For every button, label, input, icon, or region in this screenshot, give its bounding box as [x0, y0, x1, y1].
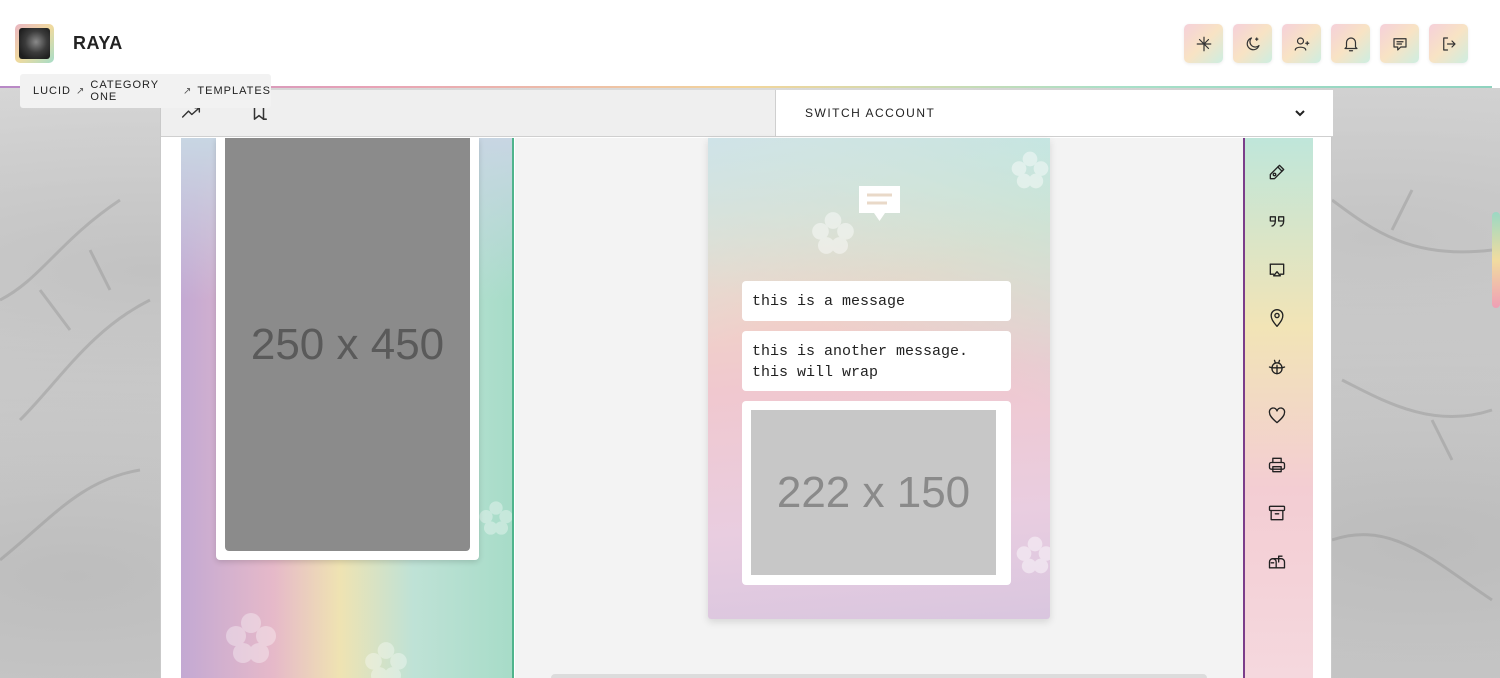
tool-archive[interactable]	[1267, 503, 1287, 523]
tool-pen[interactable]	[1267, 162, 1287, 182]
flower-decoration	[812, 212, 854, 254]
flower-decoration	[226, 613, 276, 663]
flower-decoration	[1016, 536, 1050, 574]
cast-icon	[1269, 263, 1285, 277]
breadcrumb-separator: ↗	[76, 85, 86, 97]
switch-account-dropdown[interactable]: SWITCH ACCOUNT	[775, 90, 1333, 137]
bell-icon	[1343, 36, 1358, 51]
user-add-icon	[1294, 36, 1309, 51]
messages-button[interactable]	[1380, 24, 1419, 63]
tool-location[interactable]	[1267, 308, 1287, 328]
message-bubble: this is a message	[742, 281, 1011, 321]
tool-cast[interactable]	[1267, 260, 1287, 280]
page-scrollbar[interactable]	[1492, 212, 1500, 308]
map-pin-icon	[1270, 309, 1284, 327]
mailbox-icon	[1268, 555, 1286, 569]
logout-button[interactable]	[1429, 24, 1468, 63]
message-icon	[1392, 37, 1407, 51]
bug-icon	[1268, 359, 1286, 375]
quote-icon	[1269, 216, 1285, 227]
breadcrumb-item-category-one[interactable]: CATEGORY ONE	[90, 79, 178, 103]
flower-decoration	[1011, 151, 1049, 189]
chevron-down-icon	[1293, 106, 1307, 120]
flower-decoration	[479, 501, 512, 535]
add-user-button[interactable]	[1282, 24, 1321, 63]
theme-toggle-button[interactable]	[1233, 24, 1272, 63]
main-panel: SWITCH ACCOUNT 250 x 450 this is a messa…	[160, 90, 1333, 678]
header-actions	[1184, 24, 1468, 63]
template-card[interactable]: 250 x 450	[216, 138, 479, 560]
left-preview-column: 250 x 450	[181, 138, 514, 678]
heart-icon	[1268, 407, 1286, 424]
pen-icon	[1269, 164, 1285, 180]
cursor-sparkle-button[interactable]	[1184, 24, 1223, 63]
archive-icon	[1268, 505, 1286, 521]
image-placeholder: 222 x 150	[751, 410, 996, 575]
phone-preview: this is a message this is another messag…	[708, 138, 1050, 619]
breadcrumb-item-lucid[interactable]: LUCID	[33, 85, 71, 97]
flower-decoration	[365, 642, 407, 678]
chat-bubble-icon	[857, 184, 902, 224]
center-preview-area: this is a message this is another messag…	[515, 138, 1243, 678]
printer-icon	[1268, 457, 1286, 473]
moon-star-icon	[1246, 36, 1260, 50]
image-placeholder: 250 x 450	[225, 138, 470, 551]
notifications-button[interactable]	[1331, 24, 1370, 63]
cursor-sparkle-icon	[1196, 36, 1211, 51]
tool-bug[interactable]	[1267, 357, 1287, 377]
tool-print[interactable]	[1267, 455, 1287, 475]
horizontal-scrollbar[interactable]	[551, 674, 1207, 678]
message-bubble: this is another message. this will wrap	[742, 331, 1011, 391]
image-message-card: 222 x 150	[742, 401, 1011, 585]
avatar-image	[19, 28, 50, 59]
avatar[interactable]	[15, 24, 54, 63]
breadcrumb: LUCID ↗ CATEGORY ONE ↗ TEMPLATES	[20, 74, 271, 108]
breadcrumb-separator: ↗	[183, 85, 193, 97]
tool-quote[interactable]	[1267, 211, 1287, 231]
logout-icon	[1442, 36, 1456, 51]
brand-name: RAYA	[73, 33, 123, 53]
tool-mailbox[interactable]	[1267, 552, 1287, 572]
right-toolbar	[1243, 138, 1313, 678]
switch-account-label: SWITCH ACCOUNT	[805, 106, 936, 120]
breadcrumb-item-templates[interactable]: TEMPLATES	[197, 85, 271, 97]
tool-favorite[interactable]	[1267, 406, 1287, 426]
